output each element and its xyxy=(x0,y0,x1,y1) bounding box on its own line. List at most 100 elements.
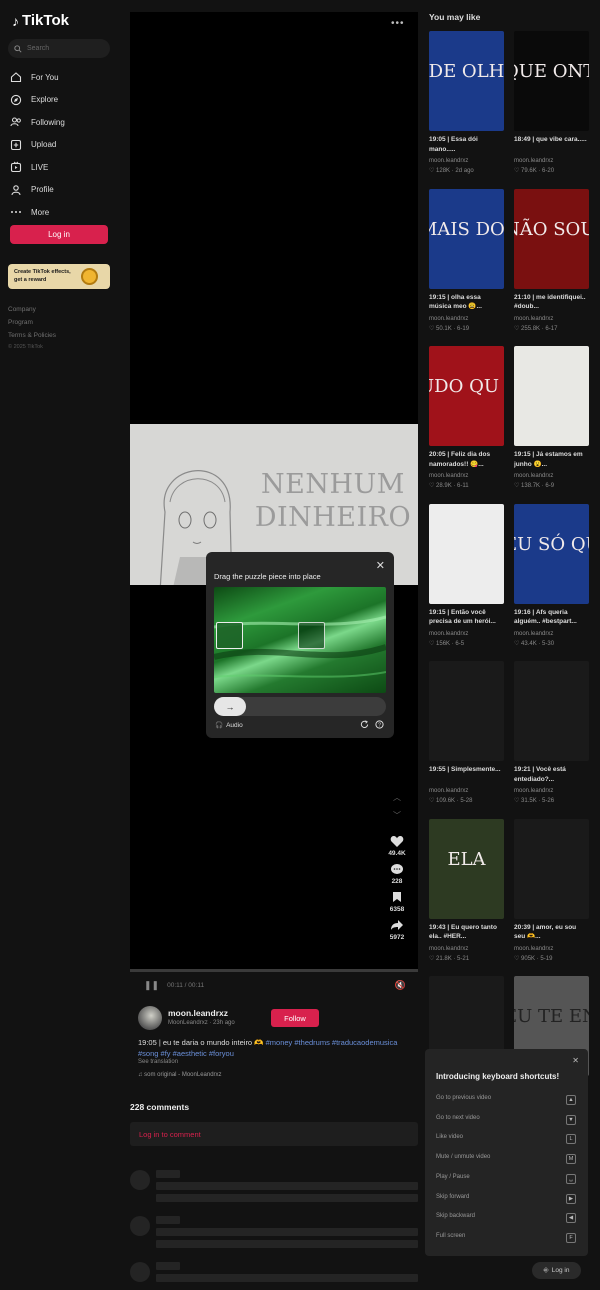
search-placeholder: Search xyxy=(27,45,50,52)
share-count: 5972 xyxy=(389,934,405,941)
nav-item-for-you[interactable]: For You xyxy=(10,66,110,89)
video-thumbnail[interactable]: DE OLH xyxy=(429,31,504,131)
card-title: 19:43 | Eu quero tanto ela.. #HER... xyxy=(429,923,497,941)
follow-button[interactable]: Follow xyxy=(271,1009,319,1027)
captcha-audio-button[interactable]: 🎧 Audio xyxy=(215,721,243,730)
shortcut-key: ▼ xyxy=(566,1114,576,1125)
footer-terms-link[interactable]: Terms & Policies xyxy=(8,332,56,339)
nav-item-upload[interactable]: Upload xyxy=(10,134,110,157)
volume-muted-icon[interactable]: 🔇 xyxy=(395,980,406,991)
captcha-close-icon[interactable]: ✕ xyxy=(376,559,385,572)
overlay-line-2: DINHEIRO xyxy=(254,502,412,533)
captcha-image xyxy=(214,587,386,693)
share-button[interactable] xyxy=(388,916,406,934)
card-title: 20:05 | Feliz dia dos namorados!! 😋... xyxy=(429,451,491,468)
shortcut-key: F xyxy=(566,1232,576,1243)
video-thumbnail[interactable]: UDO QU EU SEI xyxy=(429,346,504,446)
nav-item-profile[interactable]: Profile xyxy=(10,179,110,202)
search-input[interactable]: Search xyxy=(8,39,110,58)
like-button[interactable] xyxy=(388,832,406,850)
heart-outline-icon: ♡ xyxy=(514,325,522,332)
nav-item-explore[interactable]: Explore xyxy=(10,89,110,112)
sidebar-login-button[interactable]: Log in xyxy=(10,225,108,244)
card-stats: ♡ 79.6K · 6-20 xyxy=(514,167,554,174)
video-thumbnail[interactable] xyxy=(514,346,589,446)
card-author[interactable]: moon.leandrxz xyxy=(429,631,468,637)
chevron-down-icon: ﹀ xyxy=(393,810,401,820)
thumbnail-text: ELA xyxy=(447,848,486,870)
captcha-slider-track[interactable]: → xyxy=(214,697,386,716)
avatar[interactable] xyxy=(138,1006,162,1030)
video-thumbnail[interactable] xyxy=(429,503,504,604)
captcha-icon-group: ? xyxy=(360,720,384,729)
footer-program-link[interactable]: Program xyxy=(8,319,33,326)
nav-item-live[interactable]: LIVE xyxy=(10,156,110,179)
shortcut-key: L xyxy=(566,1134,576,1145)
sidebar: ♪ TikTok Search For You Explore Followin… xyxy=(0,0,120,1290)
card-author[interactable]: moon.leandrxz xyxy=(514,158,553,164)
see-translation-link[interactable]: See translation xyxy=(138,1059,178,1065)
heart-outline-icon: ♡ xyxy=(429,168,437,174)
card-author[interactable]: moon.leandrxz xyxy=(429,946,468,952)
video-thumbnail[interactable] xyxy=(514,818,589,919)
previous-video-button[interactable]: ︿ xyxy=(388,788,406,806)
close-icon[interactable]: ✕ xyxy=(572,1056,579,1065)
create-effects-banner[interactable]: Create TikTok effects, get a reward xyxy=(8,264,110,289)
comment-button[interactable] xyxy=(388,860,406,878)
thumbnail-text: EU SÓ QUERO xyxy=(514,533,589,555)
heart-outline-icon: ♡ xyxy=(514,640,522,647)
video-thumbnail[interactable]: MAIS DO E DE M xyxy=(429,188,504,289)
card-author[interactable]: moon.leandrxz xyxy=(514,631,553,637)
card-stats: ♡ 255.8K · 6-17 xyxy=(514,325,557,332)
video-thumbnail[interactable] xyxy=(514,661,589,761)
upload-icon xyxy=(10,139,22,150)
tiktok-logo[interactable]: ♪ TikTok xyxy=(12,12,69,29)
card-author[interactable]: moon.leandrxz xyxy=(514,316,553,322)
save-button[interactable] xyxy=(388,888,406,906)
author-name[interactable]: moon.leandrxz xyxy=(168,1008,228,1018)
heart-outline-icon: ♡ xyxy=(429,483,437,489)
shortcut-item: Go to next video ▼ xyxy=(436,1114,576,1127)
card-author[interactable]: moon.leandrxz xyxy=(514,473,553,479)
card-title: 19:55 | Simplesmente... xyxy=(429,766,501,773)
video-thumbnail[interactable]: EU SÓ QUERO xyxy=(514,503,589,604)
heart-outline-icon: ♡ xyxy=(514,483,522,489)
card-author[interactable]: moon.leandrxz xyxy=(514,946,553,952)
floating-login-button[interactable]: ⎆ Log in xyxy=(532,1262,581,1279)
video-thumbnail[interactable] xyxy=(429,661,504,761)
card-stats: ♡ 128K · 2d ago xyxy=(429,167,474,174)
nav-label: LIVE xyxy=(31,162,49,172)
caption-text: 19:05 | eu te daria o mundo inteiro 🫶 xyxy=(138,1038,264,1047)
arrow-right-icon: → xyxy=(225,701,235,712)
card-author[interactable]: moon.leandrxz xyxy=(429,788,468,794)
refresh-icon[interactable] xyxy=(360,720,369,729)
comment-count: 228 xyxy=(391,878,403,885)
puzzle-piece[interactable] xyxy=(216,622,243,649)
nav-item-more[interactable]: More xyxy=(10,201,110,224)
pause-icon[interactable]: ❚❚ xyxy=(144,980,159,991)
video-thumbnail[interactable]: ELA xyxy=(429,818,504,919)
comment-skeleton xyxy=(130,1262,418,1290)
video-thumbnail[interactable]: NÃO SOU BOM xyxy=(514,188,589,289)
card-author[interactable]: moon.leandrxz xyxy=(429,316,468,322)
thumbnail-text: NÃO SOU BOM xyxy=(514,218,589,240)
card-author[interactable]: moon.leandrxz xyxy=(429,473,468,479)
shortcut-item: Skip forward ▶ xyxy=(436,1193,576,1206)
home-icon xyxy=(10,72,22,83)
help-icon[interactable]: ? xyxy=(375,720,384,729)
card-author[interactable]: moon.leandrxz xyxy=(514,788,553,794)
sound-link[interactable]: ♫ som original - MoonLeandrxz xyxy=(138,1072,222,1078)
login-to-comment-button[interactable]: Log in to comment xyxy=(130,1122,418,1146)
more-options-icon[interactable]: ••• xyxy=(391,18,405,29)
video-thumbnail[interactable]: QUE ONTEÇA xyxy=(514,31,589,131)
video-progress-bar[interactable] xyxy=(130,969,418,972)
video-caption: 19:05 | eu te daria o mundo inteiro 🫶 #m… xyxy=(138,1038,398,1059)
footer-company-link[interactable]: Company xyxy=(8,306,36,313)
nav-item-following[interactable]: Following xyxy=(10,111,110,134)
shortcut-label: Go to previous video xyxy=(436,1095,492,1101)
card-stats: ♡ 905K · 5-19 xyxy=(514,955,552,962)
next-video-button[interactable]: ﹀ xyxy=(388,806,406,824)
card-title: 19:15 | Já estamos em junho 😮... xyxy=(514,451,583,468)
card-author[interactable]: moon.leandrxz xyxy=(429,158,468,164)
slider-handle[interactable]: → xyxy=(214,697,246,716)
